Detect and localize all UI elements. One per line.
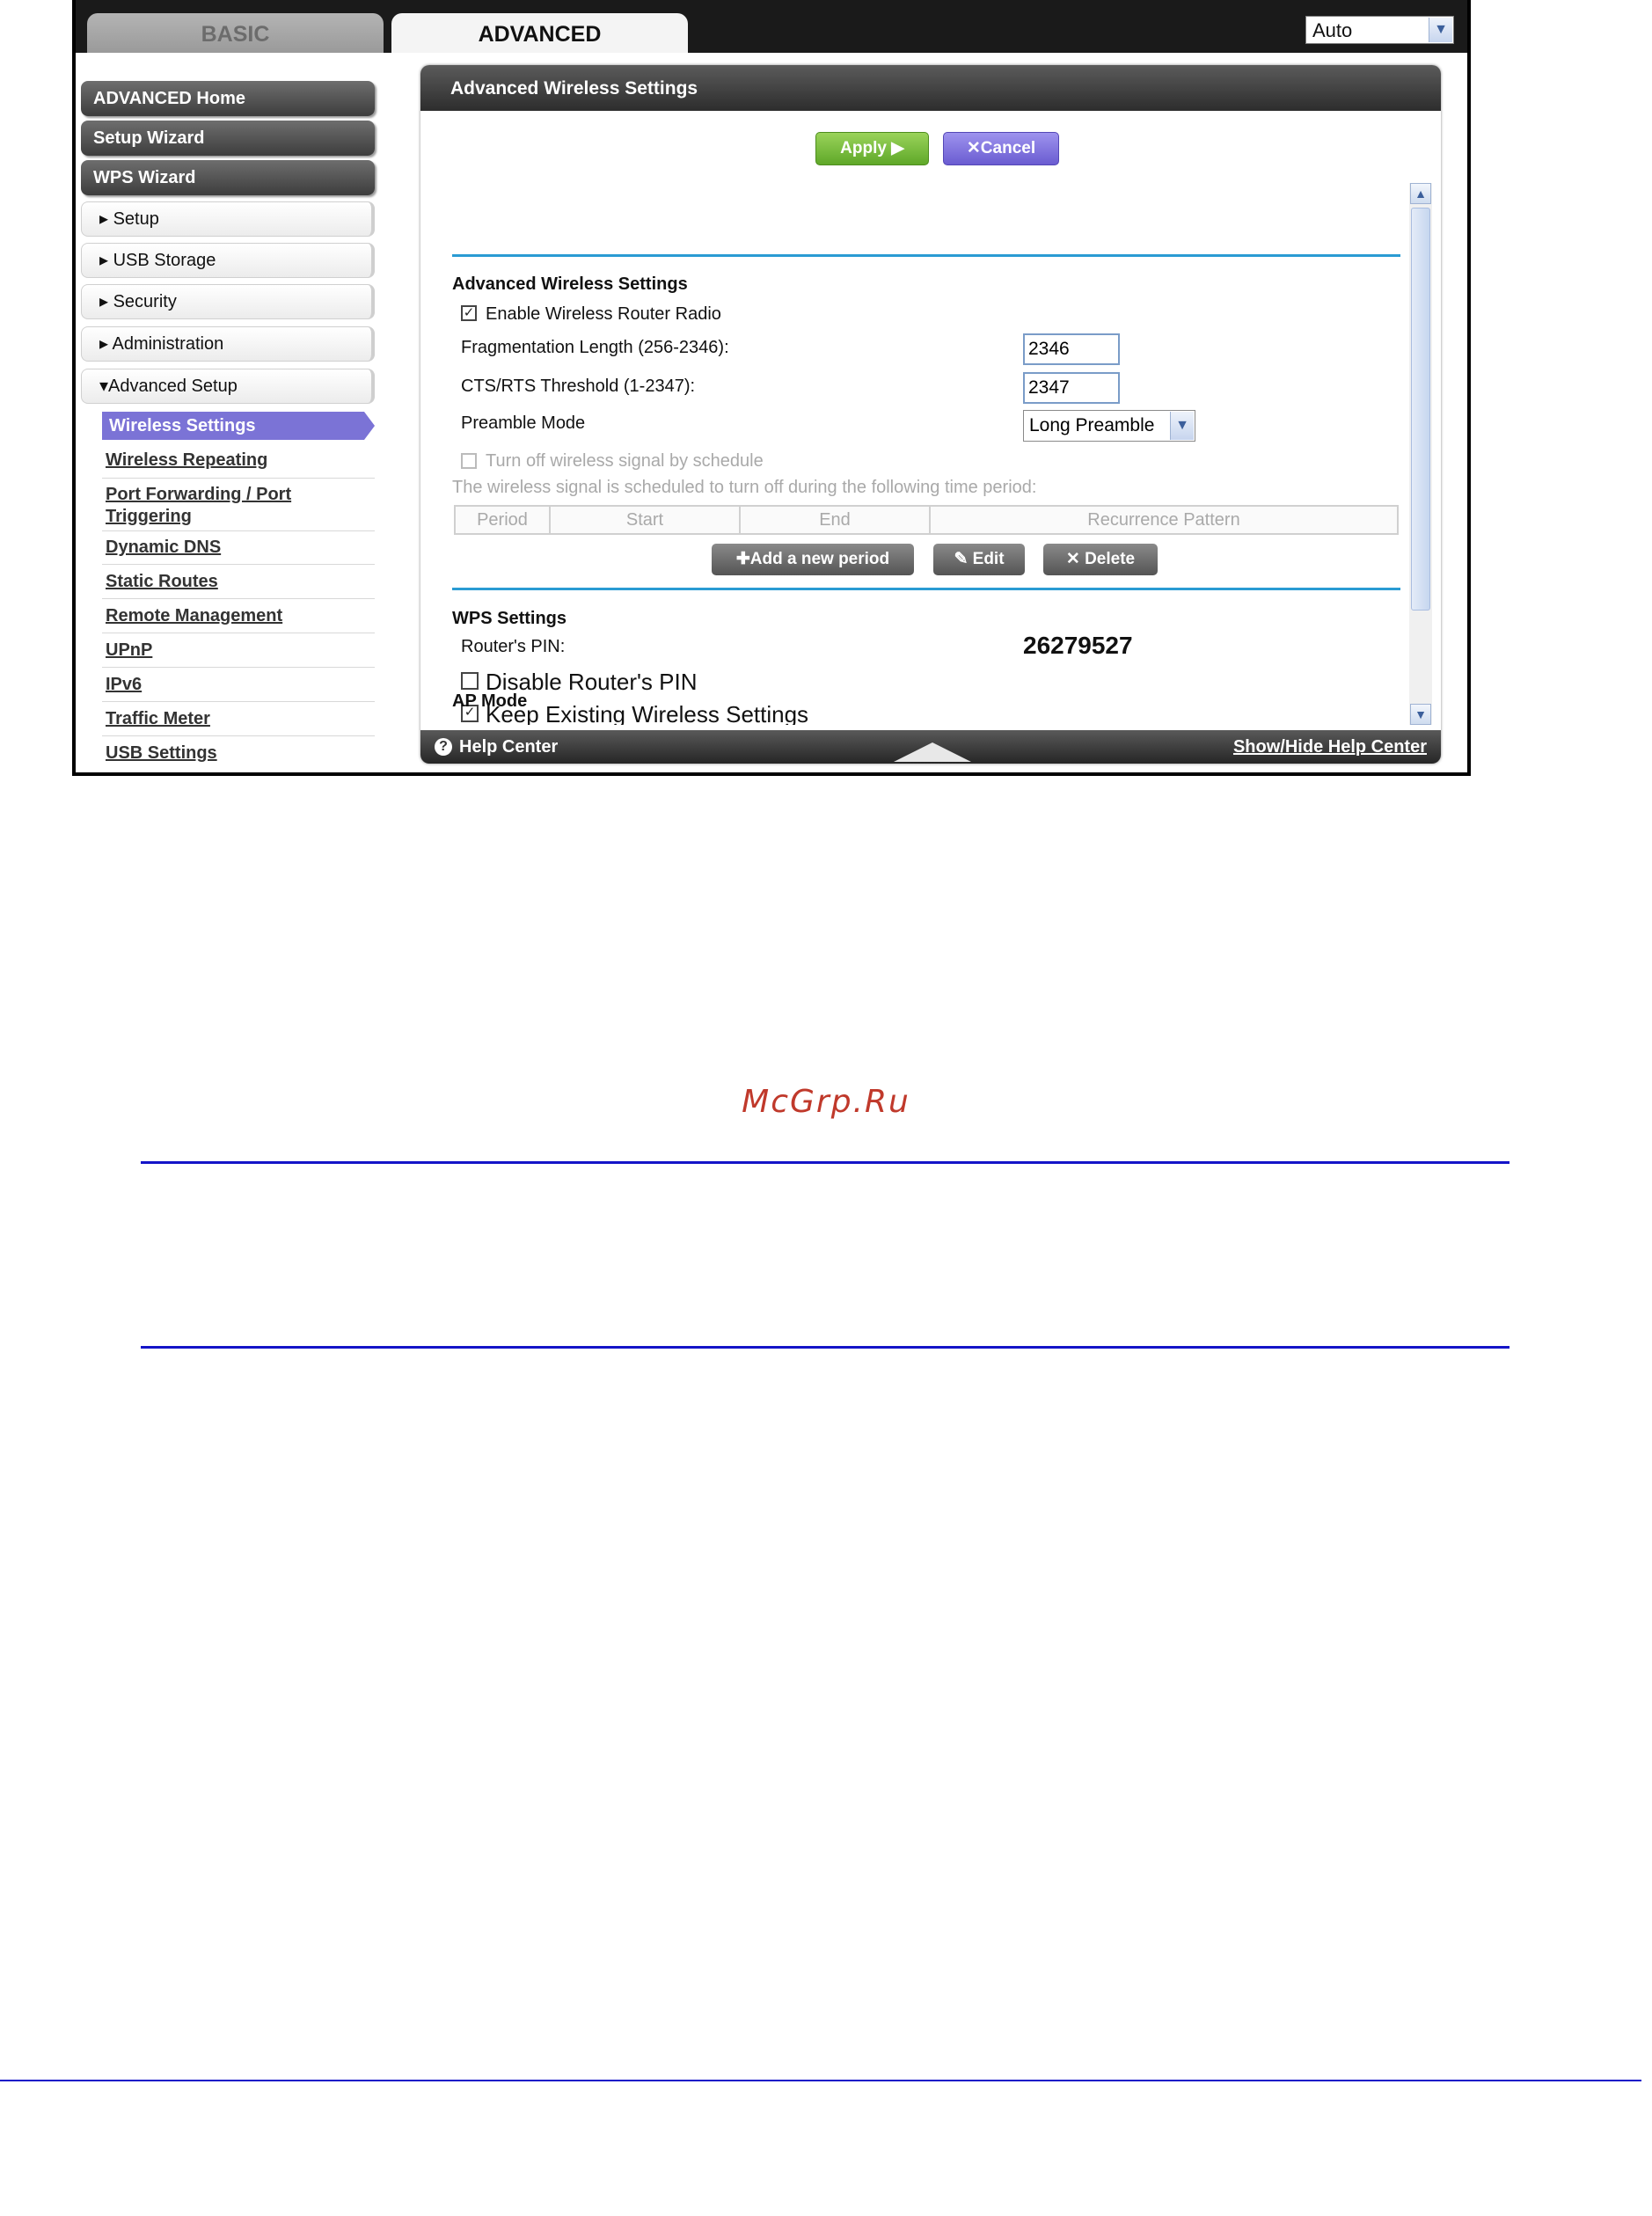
add-period-button[interactable]: ✚Add a new period [712, 544, 914, 575]
page-footer-divider [0, 2080, 1641, 2081]
section-divider [452, 254, 1400, 257]
divider [102, 735, 375, 736]
language-select[interactable]: Auto ▼ [1305, 16, 1454, 44]
divider [102, 701, 375, 702]
sidebar-sub-usb-settings[interactable]: USB Settings [106, 743, 378, 764]
table-header-recurrence: Recurrence Pattern [1087, 510, 1240, 530]
edit-button[interactable]: ✎ Edit [933, 544, 1025, 575]
keep-settings-label: Keep Existing Wireless Settings [486, 701, 809, 725]
sidebar-sub-wireless-repeating[interactable]: Wireless Repeating [106, 450, 378, 471]
enable-radio-label: Enable Wireless Router Radio [486, 304, 721, 324]
sidebar-item-usb-storage[interactable]: ▸ USB Storage [81, 243, 375, 278]
divider [102, 564, 375, 565]
schedule-note: The wireless signal is scheduled to turn… [452, 478, 1037, 497]
sidebar-sub-traffic-meter[interactable]: Traffic Meter [106, 709, 378, 729]
section-heading-advanced: Advanced Wireless Settings [452, 274, 688, 294]
watermark-text: McGrp.Ru [742, 1084, 910, 1120]
tab-advanced[interactable]: ADVANCED [391, 13, 688, 53]
scroll-up-icon[interactable]: ▲ [1410, 183, 1431, 204]
page-divider [141, 1346, 1509, 1349]
divider [102, 478, 375, 479]
sidebar-item-security[interactable]: ▸ Security [81, 284, 375, 319]
settings-content: Advanced Wireless Settings ✓ Enable Wire… [420, 183, 1441, 725]
sidebar-sub-ipv6[interactable]: IPv6 [106, 675, 378, 695]
schedule-table-header: Period Start End Recurrence Pattern [454, 505, 1399, 535]
sidebar-item-administration[interactable]: ▸ Administration [81, 326, 375, 362]
schedule-label: Turn off wireless signal by schedule [486, 451, 764, 471]
sidebar-sub-dynamic-dns[interactable]: Dynamic DNS [106, 538, 378, 558]
sidebar-item-advanced-home[interactable]: ADVANCED Home [81, 81, 375, 116]
table-header-start: Start [551, 507, 741, 533]
cancel-button[interactable]: ✕Cancel [943, 132, 1059, 165]
table-header-end: End [741, 507, 931, 533]
sidebar: ADVANCED Home Setup Wizard WPS Wizard ▸ … [76, 53, 379, 772]
divider [102, 530, 375, 531]
sidebar-sub-wireless-settings[interactable]: Wireless Settings [102, 412, 375, 440]
preamble-select-value: Long Preamble [1029, 415, 1155, 435]
divider [102, 598, 375, 599]
content-scrollbar[interactable]: ▲ ▼ [1409, 183, 1432, 725]
sidebar-sub-upnp[interactable]: UPnP [106, 640, 378, 661]
table-header-period: Period [456, 507, 551, 533]
preamble-label: Preamble Mode [461, 413, 586, 433]
language-select-value: Auto [1312, 19, 1353, 41]
scroll-down-icon[interactable]: ▼ [1410, 704, 1431, 725]
router-admin-window: BASIC ADVANCED Auto ▼ ADVANCED Home Setu… [76, 0, 1467, 772]
help-center-bar: ? Help Center Show/Hide Help Center [420, 730, 1441, 764]
router-pin-value: 26279527 [1023, 632, 1133, 659]
disable-pin-checkbox[interactable] [461, 672, 479, 690]
enable-radio-checkbox[interactable]: ✓ [461, 305, 477, 321]
screenshot-frame: BASIC ADVANCED Auto ▼ ADVANCED Home Setu… [72, 0, 1471, 776]
show-hide-help-link[interactable]: Show/Hide Help Center [1233, 730, 1427, 764]
sidebar-item-setup-wizard[interactable]: Setup Wizard [81, 121, 375, 156]
sidebar-item-advanced-setup[interactable]: ▾Advanced Setup [81, 369, 375, 404]
tab-basic[interactable]: BASIC [87, 13, 384, 53]
cts-rts-input[interactable]: 2347 [1023, 372, 1120, 404]
router-pin-label: Router's PIN: [461, 637, 566, 656]
section-heading-wps: WPS Settings [452, 609, 567, 628]
chevron-down-icon: ▼ [1170, 412, 1194, 440]
schedule-checkbox[interactable] [461, 453, 477, 469]
cts-rts-label: CTS/RTS Threshold (1-2347): [461, 377, 696, 396]
sidebar-sub-static-routes[interactable]: Static Routes [106, 572, 378, 592]
sidebar-sub-port-forwarding[interactable]: Port Forwarding / Port [106, 485, 378, 505]
page-divider [141, 1161, 1509, 1164]
main-panel: Advanced Wireless Settings Apply ▶ ✕Canc… [420, 65, 1441, 764]
sidebar-sub-remote-management[interactable]: Remote Management [106, 606, 378, 626]
sidebar-item-setup[interactable]: ▸ Setup [81, 201, 375, 237]
apply-button[interactable]: Apply ▶ [815, 132, 929, 165]
scrollbar-thumb[interactable] [1411, 208, 1430, 611]
sidebar-sub-port-triggering[interactable]: Triggering [106, 507, 378, 527]
expand-up-icon[interactable] [894, 742, 971, 762]
help-center-label[interactable]: Help Center [459, 730, 558, 764]
divider [102, 667, 375, 668]
help-icon[interactable]: ? [435, 738, 452, 756]
section-divider [452, 588, 1400, 590]
top-tab-bar: BASIC ADVANCED Auto ▼ [76, 0, 1467, 53]
chevron-down-icon: ▼ [1429, 18, 1452, 42]
fragmentation-input[interactable]: 2346 [1023, 333, 1120, 365]
sidebar-item-wps-wizard[interactable]: WPS Wizard [81, 160, 375, 195]
section-heading-ap-mode: AP Mode [452, 691, 528, 711]
panel-title: Advanced Wireless Settings [420, 65, 1441, 111]
fragmentation-label: Fragmentation Length (256-2346): [461, 338, 729, 357]
delete-button[interactable]: ✕ Delete [1043, 544, 1158, 575]
preamble-select[interactable]: Long Preamble ▼ [1023, 410, 1195, 442]
